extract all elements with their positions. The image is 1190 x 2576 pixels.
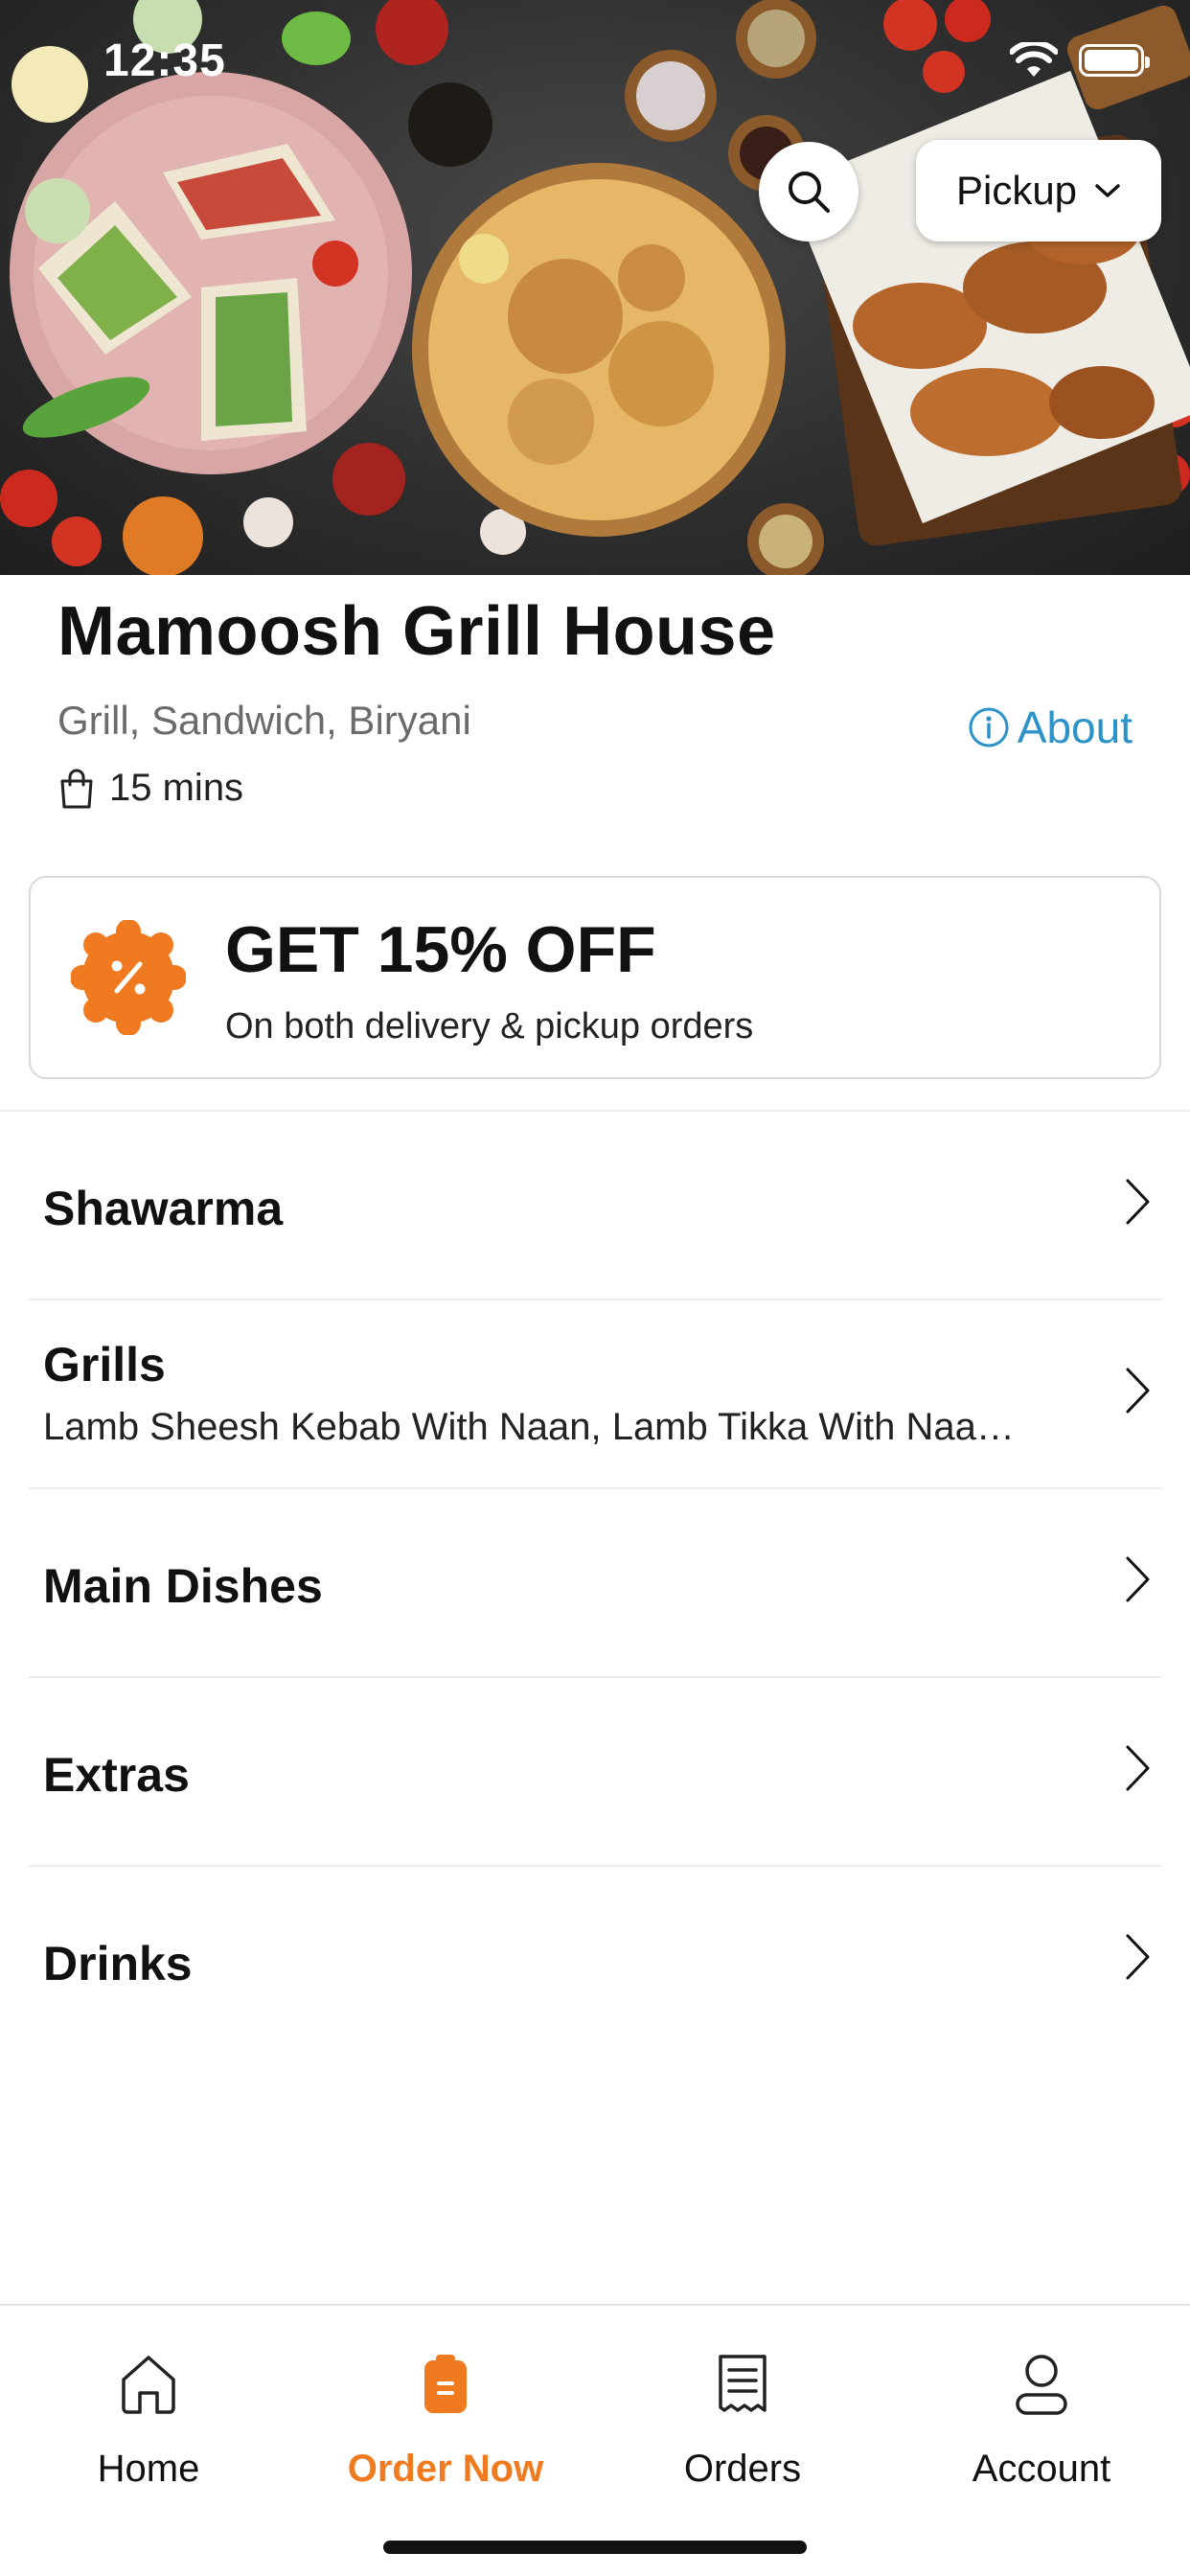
nav-item-orders[interactable]: Orders — [599, 2346, 886, 2491]
info-icon — [969, 707, 1009, 748]
menu-category-main-dishes[interactable]: Main Dishes — [29, 1489, 1161, 1678]
home-icon — [122, 2356, 175, 2414]
menu-category-drinks[interactable]: Drinks — [29, 1867, 1161, 2056]
menu-category-shawarma[interactable]: Shawarma — [29, 1112, 1161, 1300]
hero-banner: 12:35 Pickup — [0, 0, 1190, 575]
wifi-icon — [1010, 42, 1058, 77]
discount-badge-icon — [71, 920, 186, 1035]
home-indicator[interactable] — [383, 2541, 807, 2554]
menu-category-title: Drinks — [43, 1937, 193, 1990]
about-link[interactable]: About — [968, 702, 1133, 753]
order-mode-dropdown[interactable]: Pickup — [916, 140, 1161, 242]
nav-item-home[interactable]: Home — [5, 2346, 292, 2491]
eta-text: 15 mins — [109, 767, 244, 809]
menu-category-extras[interactable]: Extras — [29, 1678, 1161, 1867]
nav-item-order-now[interactable]: Order Now — [302, 2346, 589, 2491]
nav-label-orders: Orders — [683, 2448, 802, 2490]
order-bag-icon — [424, 2355, 467, 2413]
menu-category-description: Lamb Sheesh Kebab With Naan, Lamb Tikka … — [43, 1406, 1015, 1448]
search-button[interactable] — [759, 142, 858, 242]
menu-category-title: Main Dishes — [43, 1559, 323, 1613]
chevron-right-icon — [1126, 1368, 1150, 1414]
menu-category-list: Shawarma Grills Lamb Sheesh Kebab With N… — [0, 1112, 1190, 2056]
menu-category-title: Grills — [43, 1338, 166, 1392]
bottom-navigation: Home Order Now Orders Account — [0, 2304, 1190, 2576]
battery-icon — [1079, 44, 1150, 77]
menu-category-title: Extras — [43, 1748, 190, 1802]
promo-subtitle: On both delivery & pickup orders — [225, 1006, 754, 1046]
status-time: 12:35 — [103, 35, 226, 86]
chevron-right-icon — [1126, 1934, 1150, 1980]
chevron-down-icon — [1095, 184, 1120, 197]
menu-category-grills[interactable]: Grills Lamb Sheesh Kebab With Naan, Lamb… — [29, 1300, 1161, 1489]
chevron-right-icon — [1126, 1556, 1150, 1602]
about-label: About — [1017, 702, 1133, 752]
chevron-right-icon — [1126, 1745, 1150, 1791]
promo-card[interactable]: GET 15% OFF On both delivery & pickup or… — [29, 876, 1161, 1079]
status-bar: 12:35 — [0, 0, 1190, 126]
nav-label-account: Account — [972, 2448, 1111, 2490]
order-mode-label: Pickup — [955, 168, 1078, 213]
nav-label-order-now: Order Now — [347, 2448, 544, 2490]
restaurant-name: Mamoosh Grill House — [57, 593, 776, 670]
search-icon — [789, 172, 830, 213]
receipt-icon — [719, 2355, 767, 2412]
chevron-right-icon — [1126, 1179, 1150, 1225]
promo-title: GET 15% OFF — [225, 913, 656, 986]
person-icon — [1016, 2355, 1067, 2415]
menu-category-title: Shawarma — [43, 1182, 284, 1235]
nav-item-account[interactable]: Account — [898, 2346, 1185, 2491]
eta-row: 15 mins — [57, 767, 243, 810]
nav-label-home: Home — [97, 2448, 200, 2490]
shopping-bag-icon — [60, 769, 93, 808]
restaurant-cuisines: Grill, Sandwich, Biryani — [57, 698, 471, 743]
